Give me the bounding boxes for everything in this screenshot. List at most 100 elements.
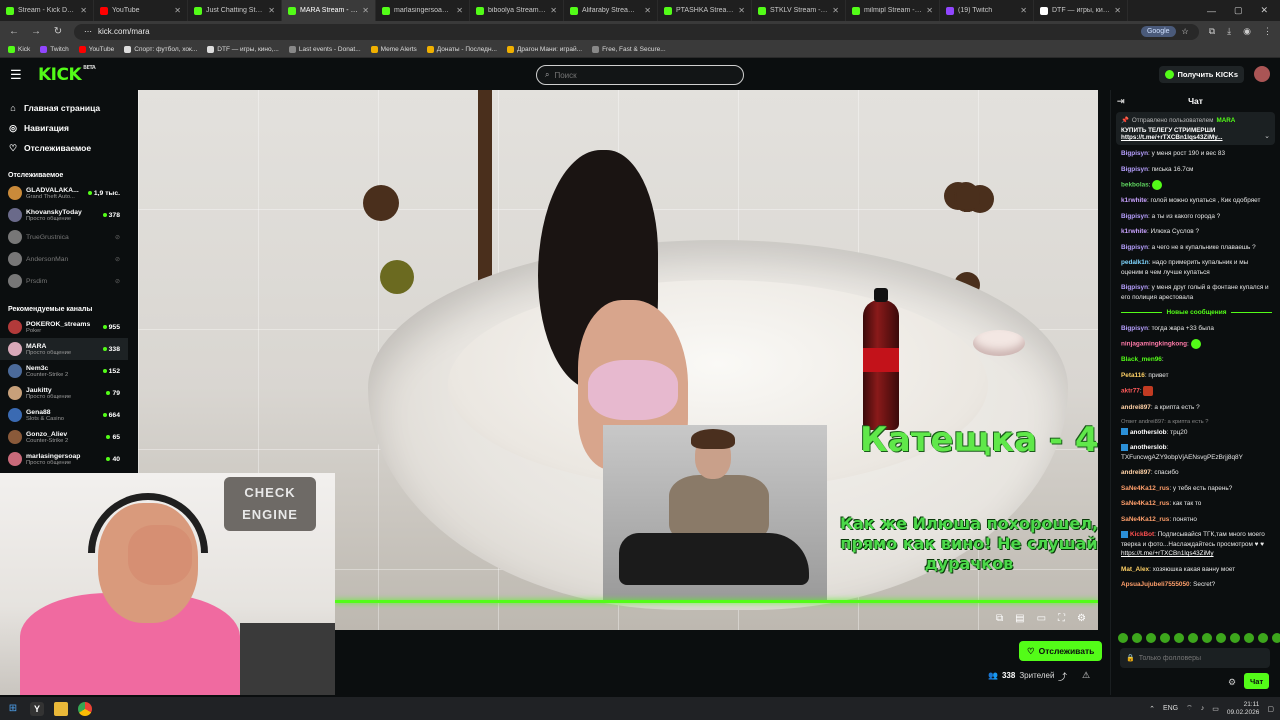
settings-gear-icon[interactable]: ⚙ — [1077, 613, 1086, 624]
bookmark-item[interactable]: Kick — [8, 46, 30, 53]
profile-icon[interactable]: ◉ — [1243, 26, 1251, 37]
chat-settings-icon[interactable]: ⚙ — [1228, 677, 1236, 688]
pinned-message[interactable]: 📌 Отправлено пользователем MARA КУПИТЬ Т… — [1116, 112, 1275, 145]
sidebar-channel[interactable]: Gonzo_Aliev Counter-Strike 2 65 — [8, 426, 120, 448]
search-engine-badge[interactable]: Google — [1140, 26, 1176, 37]
bookmark-item[interactable]: DTF — игры, кино,... — [207, 46, 279, 53]
chat-username[interactable]: Bigpisyn — [1121, 150, 1148, 157]
chat-username[interactable]: Bigpisyn — [1121, 166, 1148, 173]
pinned-link[interactable]: https://t.me/+rTXCBn1lqs43ZiMy... — [1121, 134, 1270, 141]
wifi-icon[interactable]: ⌔ — [1186, 704, 1193, 713]
chat-username[interactable]: Mat_Alex — [1121, 566, 1149, 573]
browser-tab[interactable]: DTF — игры, кино, се✕ — [1034, 0, 1128, 21]
chat-username[interactable]: ApsuaJujubeli7555050 — [1121, 581, 1190, 588]
chat-username[interactable]: Peta116 — [1121, 372, 1145, 379]
tab-close-icon[interactable]: ✕ — [80, 6, 87, 15]
chat-username[interactable]: KickBot — [1130, 531, 1154, 538]
sidebar-channel[interactable]: Gena88 Slots & Casino 664 — [8, 404, 120, 426]
browser-tab[interactable]: marlasingersoap Strea✕ — [376, 0, 470, 21]
minimize-icon[interactable]: — — [1207, 6, 1216, 16]
chat-username[interactable]: ninjagamingkingkong — [1121, 341, 1187, 348]
quick-emote-icon[interactable] — [1132, 633, 1142, 643]
bookmark-item[interactable]: Драгон Мани: играй... — [506, 46, 582, 53]
chat-username[interactable]: Black_men96 — [1121, 356, 1162, 363]
sidebar-item-home[interactable]: ⌂ Главная страница — [8, 98, 120, 118]
browser-tab[interactable]: PTASHKA Stream - Wa ✕ — [658, 0, 752, 21]
language-indicator[interactable]: ENG — [1163, 705, 1178, 712]
bookmark-item[interactable]: Last events - Donat... — [288, 46, 361, 53]
fullscreen-icon[interactable]: ⛶ — [1058, 613, 1065, 624]
sidebar-channel[interactable]: TrueGrustnica ⊘ — [8, 226, 120, 248]
bookmark-item[interactable]: YouTube — [78, 46, 114, 53]
quick-emote-icon[interactable] — [1188, 633, 1198, 643]
bookmark-item[interactable]: Донаты - Последн... — [426, 46, 497, 53]
tab-close-icon[interactable]: ✕ — [1114, 6, 1121, 15]
chat-username[interactable]: Bigpisyn — [1121, 325, 1148, 332]
chat-username[interactable]: k1rwhite — [1121, 197, 1147, 204]
reload-icon[interactable]: ↻ — [52, 26, 64, 37]
theater-mode-icon[interactable]: ▭ — [1037, 613, 1046, 624]
quick-emote-icon[interactable] — [1258, 633, 1268, 643]
sidebar-item-browse[interactable]: ◎ Навигация — [8, 118, 120, 138]
download-icon[interactable]: ⤓ — [1227, 26, 1231, 37]
menu-icon[interactable]: ⋮ — [1263, 26, 1272, 37]
browser-tab[interactable]: Alifaraby Stream - Wat ✕ — [564, 0, 658, 21]
quick-emote-icon[interactable] — [1118, 633, 1128, 643]
chat-username[interactable]: bekbolas — [1121, 182, 1149, 189]
forward-icon[interactable]: → — [30, 26, 42, 37]
chat-send-button[interactable]: Чат — [1244, 673, 1270, 689]
chat-username[interactable]: Bigpisyn — [1121, 284, 1148, 291]
tab-close-icon[interactable]: ✕ — [362, 6, 369, 15]
share-icon[interactable]: ⤴ — [1058, 670, 1067, 683]
tab-close-icon[interactable]: ✕ — [644, 6, 651, 15]
quick-emote-icon[interactable] — [1174, 633, 1184, 643]
back-icon[interactable]: ← — [8, 26, 20, 37]
tab-close-icon[interactable]: ✕ — [738, 6, 745, 15]
follow-button[interactable]: ♡ Отслеживать — [1019, 641, 1103, 661]
chat-link[interactable]: https://t.me/+rTXCBn1lqs43ZiMy — [1121, 550, 1214, 557]
tab-close-icon[interactable]: ✕ — [832, 6, 839, 15]
sidebar-channel[interactable]: marlasingersoap Просто общение 40 — [8, 448, 120, 470]
yandex-browser-icon[interactable]: Y — [30, 701, 44, 716]
browser-tab[interactable]: Just Chatting Streami ✕ — [188, 0, 282, 21]
quick-emote-icon[interactable] — [1272, 633, 1280, 643]
get-kicks-button[interactable]: Получить KICKs — [1158, 66, 1244, 83]
url-field[interactable]: ⋯ kick.com/mara Google ☆ — [74, 23, 1199, 40]
search-input[interactable] — [554, 70, 725, 80]
browser-tab[interactable]: YouTube ✕ — [94, 0, 188, 21]
notifications-icon[interactable]: ▢ — [1267, 705, 1274, 713]
kick-logo[interactable]: KICK BETA — [38, 65, 96, 85]
chat-username[interactable]: anotherslob — [1130, 429, 1167, 436]
sidebar-channel[interactable]: AndersonMan ⊘ — [8, 248, 120, 270]
close-window-icon[interactable]: ✕ — [1260, 5, 1268, 16]
windows-start-icon[interactable]: ⊞ — [6, 702, 20, 716]
battery-icon[interactable]: ▭ — [1212, 705, 1219, 713]
quick-emote-icon[interactable] — [1202, 633, 1212, 643]
tab-close-icon[interactable]: ✕ — [550, 6, 557, 15]
quick-emote-icon[interactable] — [1146, 633, 1156, 643]
tab-close-icon[interactable]: ✕ — [268, 6, 275, 15]
bookmark-item[interactable]: Twitch — [40, 46, 69, 53]
chat-input[interactable] — [1138, 654, 1259, 662]
user-avatar[interactable] — [1254, 66, 1270, 82]
chat-username[interactable]: aktr77 — [1121, 388, 1140, 395]
browser-tab[interactable]: (19) Twitch ✕ — [940, 0, 1034, 21]
clock[interactable]: 21:11 09.02.2026 — [1227, 701, 1260, 717]
browser-tab[interactable]: STKLV Stream - Watch✕ — [752, 0, 846, 21]
sidebar-channel[interactable]: Nem3c Counter-Strike 2 152 — [8, 360, 120, 382]
chevron-down-icon[interactable]: ⌄ — [1264, 132, 1270, 140]
bookmark-star-icon[interactable]: ☆ — [1182, 27, 1189, 36]
chat-username[interactable]: pedalk1n — [1121, 259, 1149, 266]
extensions-icon[interactable]: ⧉ — [1209, 26, 1215, 37]
sidebar-channel[interactable]: Jaukitty Просто общение 79 — [8, 382, 120, 404]
chat-username[interactable]: andrei897 — [1121, 404, 1151, 411]
browser-tab[interactable]: milmipl Stream - Watc✕ — [846, 0, 940, 21]
quick-emote-icon[interactable] — [1244, 633, 1254, 643]
miniplayer-icon[interactable]: ⧉ — [996, 613, 1003, 624]
bookmark-item[interactable]: Free, Fast & Secure... — [592, 46, 666, 53]
sidebar-channel[interactable]: MARA Просто общение 338 — [0, 338, 128, 360]
quick-emote-icon[interactable] — [1160, 633, 1170, 643]
quick-emote-icon[interactable] — [1216, 633, 1226, 643]
chat-username[interactable]: andrei897 — [1121, 469, 1151, 476]
file-explorer-icon[interactable] — [54, 701, 68, 716]
